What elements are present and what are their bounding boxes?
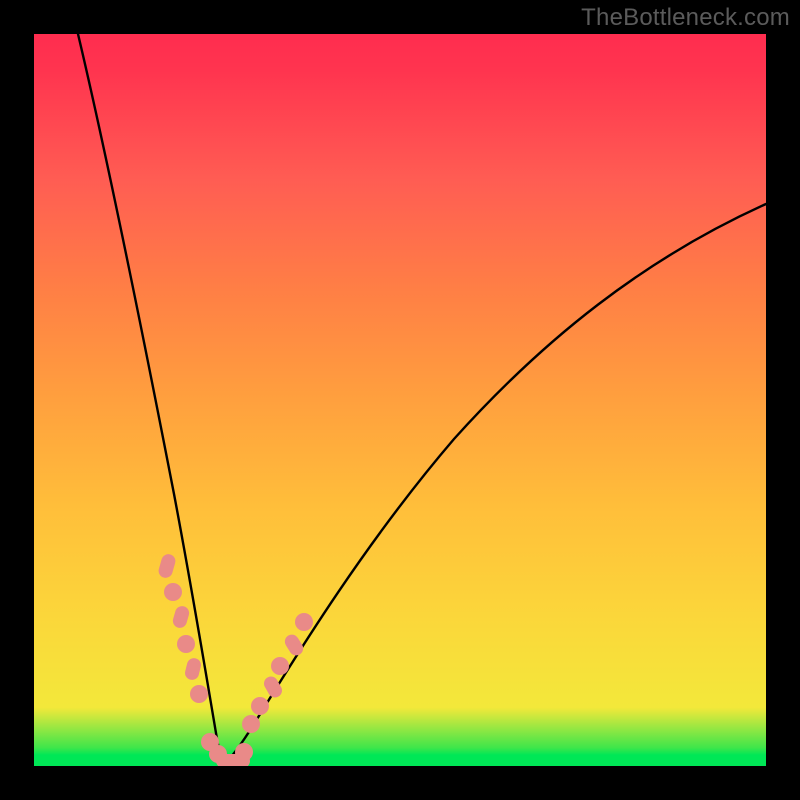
chart-frame: TheBottleneck.com	[0, 0, 800, 800]
right-branch-curve	[224, 204, 766, 764]
watermark-text: TheBottleneck.com	[581, 4, 790, 32]
right-branch-markers	[242, 613, 313, 733]
left-branch-curve	[78, 34, 224, 764]
plot-area	[34, 34, 766, 766]
left-branch-markers	[157, 553, 208, 703]
plot-svg	[34, 34, 766, 766]
